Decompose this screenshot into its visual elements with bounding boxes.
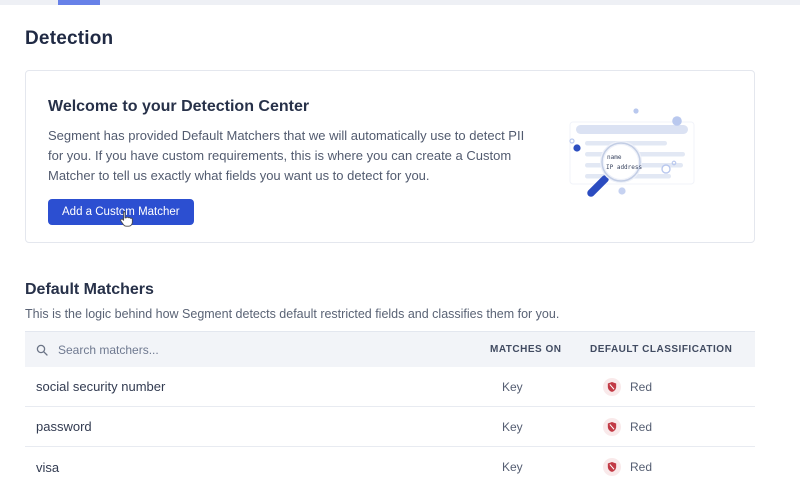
classification-label: Red xyxy=(630,460,652,474)
active-tab-indicator[interactable] xyxy=(58,0,100,5)
search-icon xyxy=(36,344,48,356)
decor-dot xyxy=(618,187,625,194)
matcher-name: visa xyxy=(25,460,490,475)
classification-badge xyxy=(603,458,621,476)
matcher-matches-on: Key xyxy=(490,460,590,474)
default-matchers-title: Default Matchers xyxy=(25,280,755,299)
column-header-matches-on: MATCHES ON xyxy=(490,344,590,355)
detection-illustration: name IP address xyxy=(552,97,734,235)
matcher-row[interactable]: visa Key Red xyxy=(25,447,755,487)
matcher-row[interactable]: password Key Red xyxy=(25,407,755,447)
decor-dot xyxy=(633,108,638,113)
matcher-matches-on: Key xyxy=(490,420,590,434)
matcher-row[interactable]: social security number Key Red xyxy=(25,367,755,407)
shield-icon xyxy=(607,461,617,473)
classification-label: Red xyxy=(630,380,652,394)
classification-badge xyxy=(603,378,621,396)
column-header-default-classification: DEFAULT CLASSIFICATION xyxy=(590,344,755,355)
decor-dot xyxy=(672,116,682,126)
decor-dot xyxy=(573,144,580,151)
decor-ring xyxy=(662,165,670,173)
page-content: Detection Welcome to your Detection Cent… xyxy=(25,28,755,487)
tab-bar-edge xyxy=(0,0,800,5)
shield-icon xyxy=(607,421,617,433)
mouse-cursor-pointer xyxy=(118,210,133,227)
search-input[interactable] xyxy=(56,342,376,358)
welcome-card: Welcome to your Detection Center Segment… xyxy=(25,70,755,243)
document-header-bar xyxy=(576,125,688,134)
lens-label-ip: IP address xyxy=(606,164,643,171)
matchers-table: MATCHES ON DEFAULT CLASSIFICATION social… xyxy=(25,331,755,487)
classification-badge xyxy=(603,418,621,436)
matcher-matches-on: Key xyxy=(490,380,590,394)
matchers-table-header: MATCHES ON DEFAULT CLASSIFICATION xyxy=(25,332,755,367)
matchers-rows: social security number Key Red password … xyxy=(25,367,755,487)
default-matchers-subtitle: This is the logic behind how Segment det… xyxy=(25,306,755,322)
lens-label-name: name xyxy=(607,154,622,161)
search-field[interactable] xyxy=(25,342,490,358)
classification-label: Red xyxy=(630,420,652,434)
page-title: Detection xyxy=(25,28,755,50)
shield-icon xyxy=(607,381,617,393)
matcher-name: password xyxy=(25,419,490,434)
welcome-body: Segment has provided Default Matchers th… xyxy=(48,126,530,186)
matcher-name: social security number xyxy=(25,379,490,394)
matcher-classification: Red xyxy=(590,458,755,476)
matcher-classification: Red xyxy=(590,378,755,396)
matcher-classification: Red xyxy=(590,418,755,436)
